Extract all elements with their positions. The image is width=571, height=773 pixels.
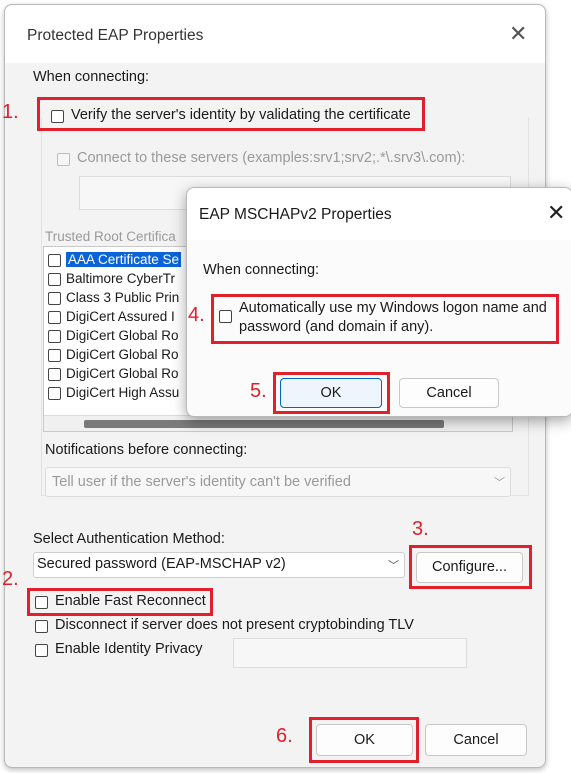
- auth-method-value: Secured password (EAP-MSCHAP v2): [37, 556, 286, 572]
- popup-when-connecting-label: When connecting:: [203, 262, 320, 278]
- cert-checkbox[interactable]: [48, 311, 61, 324]
- cert-label: DigiCert High Assu: [66, 385, 180, 400]
- cancel-button[interactable]: Cancel: [425, 724, 527, 756]
- annotation-box-1: [37, 97, 425, 131]
- chevron-down-icon: ﹀: [388, 560, 399, 572]
- disconnect-label: Disconnect if server does not present cr…: [55, 617, 414, 633]
- annotation-number-4: 4.: [188, 304, 205, 326]
- cert-checkbox[interactable]: [48, 273, 61, 286]
- notifications-value: Tell user if the server's identity can't…: [52, 474, 351, 490]
- dialog-title: Protected EAP Properties: [27, 27, 204, 44]
- identity-privacy-input[interactable]: [233, 638, 467, 668]
- ok-button[interactable]: OK: [316, 724, 413, 756]
- cert-checkbox[interactable]: [48, 292, 61, 305]
- cert-checkbox[interactable]: [48, 330, 61, 343]
- scrollbar-thumb[interactable]: [84, 420, 444, 428]
- cert-checkbox[interactable]: [48, 349, 61, 362]
- cert-label: DigiCert Assured I: [66, 309, 175, 324]
- fast-reconnect-checkbox[interactable]: [35, 596, 48, 609]
- annotation-number-2: 2.: [2, 568, 19, 590]
- cert-checkbox[interactable]: [48, 254, 61, 267]
- annotation-number-5: 5.: [250, 380, 267, 402]
- identity-privacy-checkbox[interactable]: [35, 644, 48, 657]
- auto-logon-label-line2: password (and domain if any).: [239, 319, 434, 335]
- annotation-number-1: 1.: [2, 101, 19, 123]
- auto-logon-label-line1: Automatically use my Windows logon name …: [239, 300, 547, 316]
- disconnect-checkbox[interactable]: [35, 620, 48, 633]
- close-icon[interactable]: ✕: [547, 202, 565, 224]
- popup-cancel-button[interactable]: Cancel: [399, 378, 499, 408]
- identity-privacy-label: Enable Identity Privacy: [55, 641, 203, 657]
- cert-label: AAA Certificate Se: [66, 252, 182, 267]
- cert-label: Class 3 Public Prin: [66, 290, 180, 305]
- chevron-down-icon: ﹀: [494, 477, 505, 489]
- notifications-label: Notifications before connecting:: [45, 442, 248, 458]
- fast-reconnect-label: Enable Fast Reconnect: [55, 593, 206, 609]
- cert-label: Baltimore CyberTr: [66, 271, 176, 286]
- connect-servers-checkbox[interactable]: [57, 153, 70, 166]
- annotation-number-6: 6.: [276, 725, 293, 747]
- cert-label: DigiCert Global Ro: [66, 366, 179, 381]
- annotation-number-3: 3.: [412, 518, 429, 540]
- cert-label: DigiCert Global Ro: [66, 347, 179, 362]
- notifications-dropdown[interactable]: Tell user if the server's identity can't…: [45, 467, 511, 497]
- popup-title: EAP MSCHAPv2 Properties: [199, 206, 392, 223]
- cert-checkbox[interactable]: [48, 387, 61, 400]
- close-icon[interactable]: ✕: [509, 23, 527, 45]
- select-auth-label: Select Authentication Method:: [33, 531, 225, 547]
- horizontal-scrollbar[interactable]: [44, 415, 512, 431]
- popup-ok-button[interactable]: OK: [280, 378, 382, 408]
- configure-button[interactable]: Configure...: [416, 552, 523, 583]
- eap-mschapv2-dialog: EAP MSCHAPv2 Properties ✕ When connectin…: [186, 187, 571, 417]
- cert-checkbox[interactable]: [48, 368, 61, 381]
- when-connecting-label: When connecting:: [33, 69, 150, 85]
- connect-servers-label: Connect to these servers (examples:srv1;…: [77, 150, 466, 166]
- auto-logon-checkbox[interactable]: [219, 310, 232, 323]
- auth-method-dropdown[interactable]: Secured password (EAP-MSCHAP v2) ﹀: [33, 552, 405, 578]
- trusted-root-label: Trusted Root Certifica: [45, 229, 176, 244]
- cert-label: DigiCert Global Ro: [66, 328, 179, 343]
